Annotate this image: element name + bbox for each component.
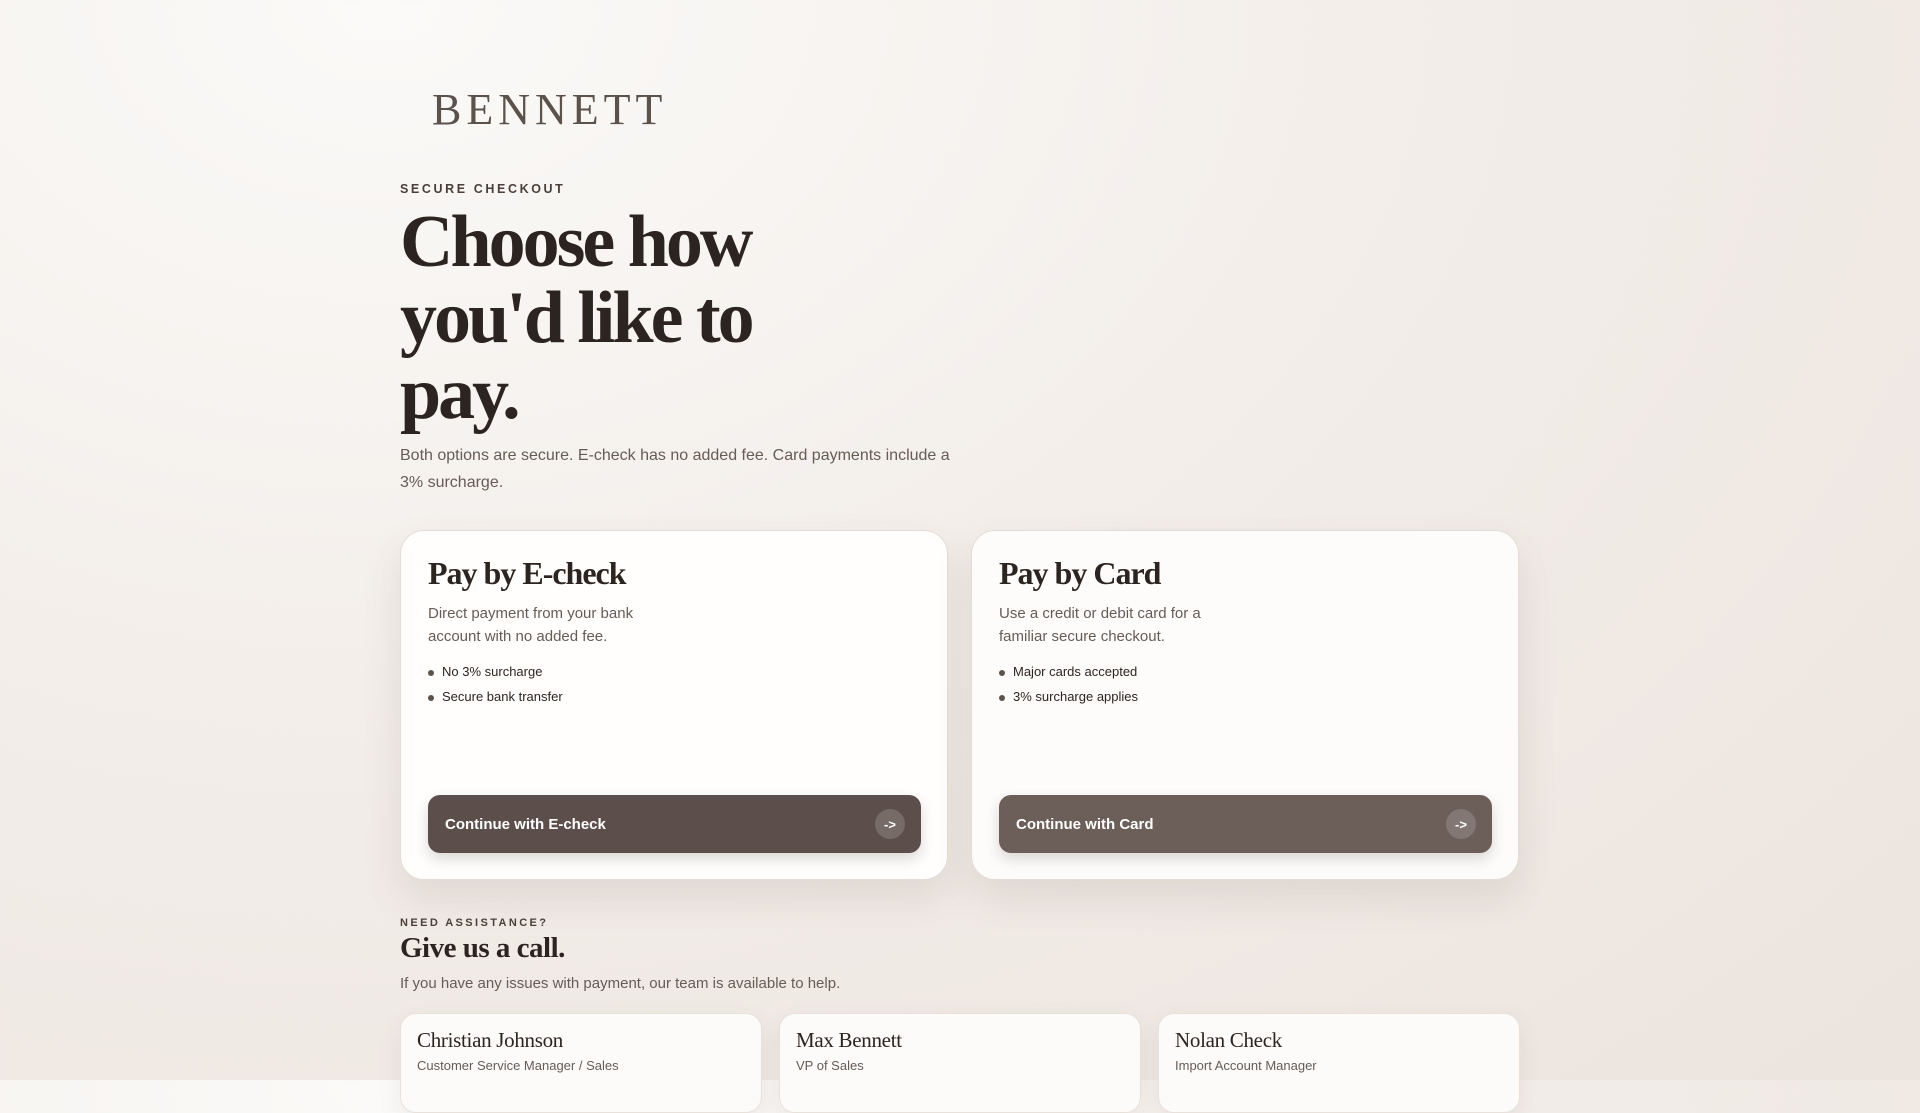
assistance-subtext: If you have any issues with payment, our…	[400, 975, 841, 992]
echeck-description: Direct payment from your bank account wi…	[428, 605, 634, 645]
contact-role: Import Account Manager	[1175, 1058, 1317, 1073]
page-subtext: Both options are secure. E-check has no …	[400, 447, 950, 491]
card-description: Use a credit or debit card for a familia…	[999, 605, 1201, 645]
list-item: Secure bank transfer	[428, 684, 563, 709]
list-item: 3% surcharge applies	[999, 684, 1138, 709]
contact-role: Customer Service Manager / Sales	[417, 1058, 619, 1073]
continue-card-button[interactable]: Continue with Card ->	[999, 795, 1492, 853]
arrow-right-icon: ->	[875, 809, 905, 839]
arrow-right-icon: ->	[1446, 809, 1476, 839]
continue-echeck-label: Continue with E-check	[445, 815, 606, 833]
continue-card-label: Continue with Card	[1016, 815, 1154, 833]
contact-card-nolan-check: Nolan Check Import Account Manager	[1158, 1013, 1520, 1113]
assistance-title: Give us a call.	[400, 932, 565, 964]
echeck-option-card: Pay by E-check Direct payment from your …	[400, 530, 948, 880]
continue-echeck-button[interactable]: Continue with E-check ->	[428, 795, 921, 853]
echeck-feature-list: No 3% surcharge Secure bank transfer	[428, 659, 563, 709]
card-option-card: Pay by Card Use a credit or debit card f…	[971, 530, 1519, 880]
assistance-eyebrow: NEED ASSISTANCE?	[400, 917, 549, 929]
contact-role: VP of Sales	[796, 1058, 864, 1073]
list-item: No 3% surcharge	[428, 659, 563, 684]
secure-checkout-eyebrow: SECURE CHECKOUT	[400, 182, 566, 196]
list-item: Major cards accepted	[999, 659, 1138, 684]
contact-card-max-bennett: Max Bennett VP of Sales	[779, 1013, 1141, 1113]
contact-name: Max Bennett	[796, 1028, 902, 1052]
card-feature-list: Major cards accepted 3% surcharge applie…	[999, 659, 1138, 709]
contact-name: Nolan Check	[1175, 1028, 1282, 1052]
contact-card-christian-johnson: Christian Johnson Customer Service Manag…	[400, 1013, 762, 1113]
brand-logo: BENNETT	[432, 85, 668, 134]
echeck-title: Pay by E-check	[428, 555, 627, 591]
contact-name: Christian Johnson	[417, 1028, 563, 1052]
page-headline: Choose how you'd like to pay.	[400, 201, 755, 435]
card-title: Pay by Card	[999, 555, 1161, 591]
